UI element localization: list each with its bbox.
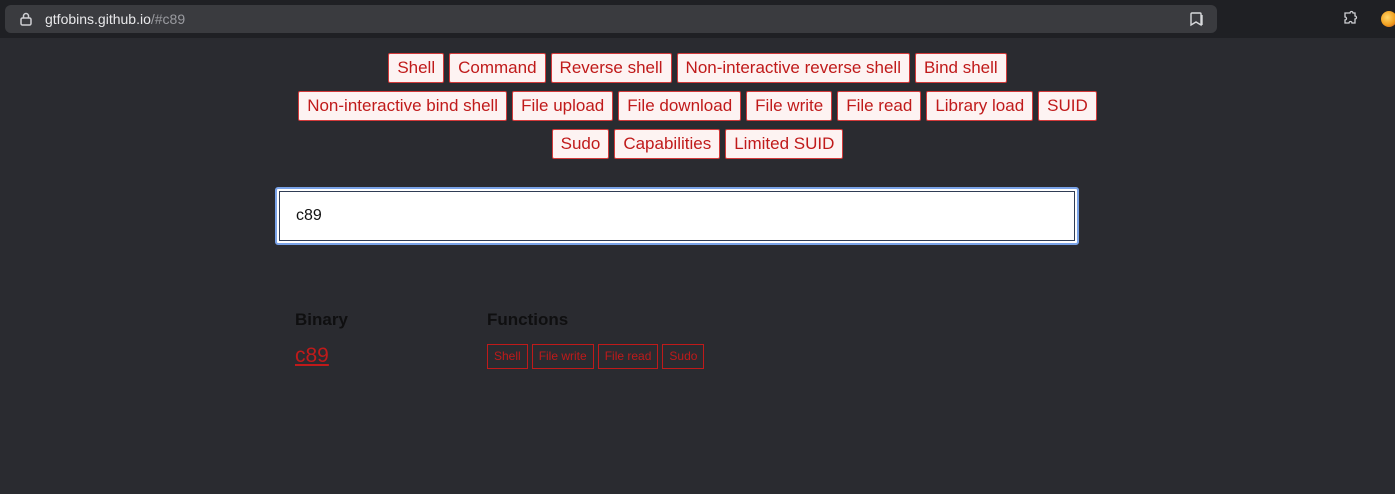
- filter-button-file-upload[interactable]: File upload: [512, 91, 614, 121]
- function-tag-file-read[interactable]: File read: [597, 344, 659, 369]
- profile-avatar-icon[interactable]: [1381, 11, 1395, 27]
- url-host: gtfobins.github.io: [45, 11, 151, 27]
- binary-link[interactable]: c89: [295, 344, 329, 368]
- url-path: /#c89: [150, 11, 186, 27]
- extensions-icon[interactable]: [1341, 10, 1359, 28]
- filter-button-sudo[interactable]: Sudo: [551, 129, 610, 159]
- filter-button-file-write[interactable]: File write: [746, 91, 833, 121]
- filter-button-library-load[interactable]: Library load: [926, 91, 1034, 121]
- functions-column-header: Functions: [487, 310, 569, 329]
- filter-row: Shell Command Reverse shell Non-interactive…: [0, 53, 1395, 83]
- url-text: gtfobins.github.io/#c89: [45, 10, 185, 28]
- filter-button-shell[interactable]: Shell: [388, 53, 445, 83]
- filter-button-suid[interactable]: SUID: [1038, 91, 1097, 121]
- search-box: [275, 187, 1079, 245]
- filter-button-limited-suid[interactable]: Limited SUID: [725, 129, 844, 159]
- filter-row: Non-interactive bind shell File upload Fil…: [0, 91, 1395, 121]
- function-tag-file-write[interactable]: File write: [531, 344, 594, 369]
- reader-mode-icon[interactable]: [1189, 11, 1205, 27]
- filter-button-reverse-shell[interactable]: Reverse shell: [550, 53, 672, 83]
- search-input[interactable]: [279, 191, 1075, 241]
- filter-row: Sudo Capabilities Limited SUID: [0, 129, 1395, 159]
- lock-icon: [20, 12, 32, 26]
- filter-button-non-interactive-reverse-shell[interactable]: Non-interactive reverse shell: [676, 53, 910, 83]
- function-tag-sudo[interactable]: Sudo: [662, 344, 705, 369]
- address-bar[interactable]: gtfobins.github.io/#c89: [5, 5, 1217, 33]
- function-filters: Shell Command Reverse shell Non-interactive…: [0, 53, 1395, 167]
- binary-column-header: Binary: [295, 310, 348, 329]
- function-tags: Shell File write File read Sudo: [487, 344, 705, 369]
- filter-button-file-read[interactable]: File read: [837, 91, 922, 121]
- filter-button-capabilities[interactable]: Capabilities: [614, 129, 721, 159]
- browser-toolbar: gtfobins.github.io/#c89: [0, 0, 1395, 38]
- filter-button-non-interactive-bind-shell[interactable]: Non-interactive bind shell: [298, 91, 508, 121]
- filter-button-command[interactable]: Command: [449, 53, 546, 83]
- filter-button-bind-shell[interactable]: Bind shell: [914, 53, 1007, 83]
- function-tag-shell[interactable]: Shell: [487, 344, 528, 369]
- filter-button-file-download[interactable]: File download: [618, 91, 742, 121]
